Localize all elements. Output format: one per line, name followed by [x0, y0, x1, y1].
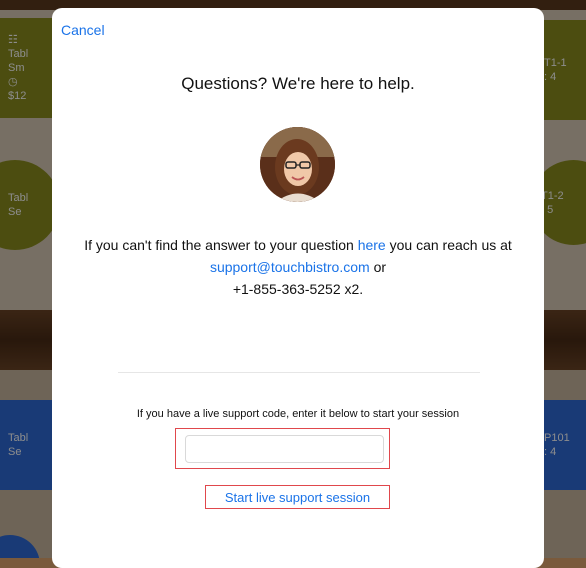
help-text-part: you can reach us at — [385, 237, 512, 253]
support-code-label: If you have a live support code, enter i… — [136, 408, 460, 420]
help-text-part: If you can't find the answer to your que… — [84, 237, 358, 253]
help-text-part: or — [369, 259, 387, 275]
support-agent-avatar — [260, 127, 335, 202]
help-text: If you can't find the answer to your que… — [82, 234, 514, 300]
support-dialog: Cancel Questions? We're here to help. If… — [52, 8, 544, 568]
dialog-title: Questions? We're here to help. — [181, 74, 415, 93]
start-live-support-button[interactable]: Start live support session — [205, 485, 390, 509]
cancel-button[interactable]: Cancel — [61, 22, 105, 38]
help-here-link[interactable]: here — [358, 237, 386, 253]
support-code-input[interactable] — [185, 435, 384, 463]
support-email-link[interactable]: support@touchbistro.com — [210, 259, 370, 275]
avatar-photo — [260, 127, 335, 202]
support-phone: +1-855-363-5252 x2. — [232, 281, 364, 297]
divider — [118, 372, 480, 373]
